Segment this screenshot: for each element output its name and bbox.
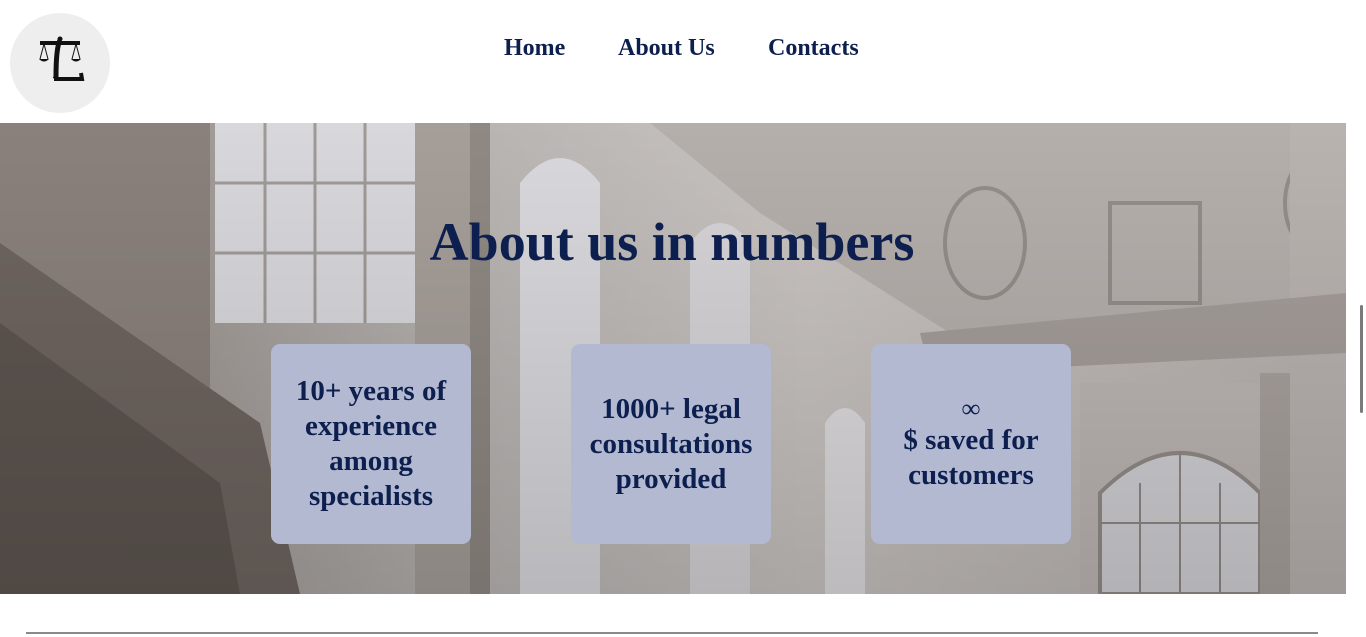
stat-card-experience: 10+ years of experience among specialist… xyxy=(271,344,471,544)
stat-card-text: $ saved for customers xyxy=(903,424,1039,491)
hero-section: About us in numbers 10+ years of experie… xyxy=(0,123,1346,594)
scrollbar-thumb[interactable] xyxy=(1360,305,1363,413)
nav-contacts[interactable]: Contacts xyxy=(768,32,859,64)
hero-title-container: About us in numbers xyxy=(0,210,1346,274)
main-nav: Home About Us Contacts xyxy=(0,32,1366,66)
stat-card-consultations: 1000+ legal consultations provided xyxy=(571,344,771,544)
hero-title: About us in numbers xyxy=(429,212,915,272)
stat-card-text: 1000+ legal consultations provided xyxy=(589,392,753,495)
nav-about-us[interactable]: About Us xyxy=(618,32,715,64)
stat-card-savings: ∞ $ saved for customers xyxy=(871,344,1071,544)
stat-card-text: 10+ years of experience among specialist… xyxy=(295,375,447,512)
nav-home[interactable]: Home xyxy=(504,32,565,64)
infinity-symbol: ∞ xyxy=(961,394,981,423)
section-divider xyxy=(26,632,1318,634)
site-header: TL Home About Us Contacts xyxy=(0,0,1366,123)
